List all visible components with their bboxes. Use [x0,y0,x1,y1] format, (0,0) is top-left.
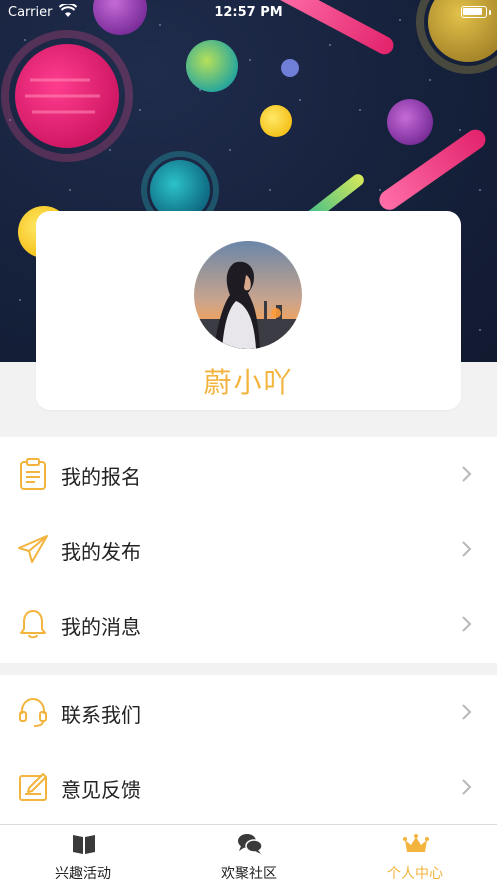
chat-bubbles-icon [238,834,263,854]
tab-label: 兴趣活动 [55,866,111,882]
tab-label: 欢聚社区 [221,866,277,882]
profile-card: 蔚小吖 [36,211,461,410]
chevron-right-icon [462,541,472,557]
clipboard-icon [20,458,46,490]
status-bar: Carrier 12:57 PM [0,0,497,26]
paper-plane-icon [18,535,48,563]
menu-label: 我的报名 [61,465,141,489]
avatar[interactable] [194,241,302,349]
book-icon [73,835,95,854]
tab-label: 个人中心 [387,866,443,882]
menu-group-primary: 我的报名 我的发布 我的消息 [0,437,497,663]
chevron-right-icon [462,466,472,482]
menu-group-secondary: 联系我们 意见反馈 [0,675,497,825]
menu-label: 联系我们 [61,703,141,727]
menu-item-my-posts[interactable]: 我的发布 [0,512,497,587]
menu-label: 我的发布 [61,540,141,564]
crown-icon [403,834,429,852]
menu-item-my-signups[interactable]: 我的报名 [0,437,497,512]
menu-item-my-messages[interactable]: 我的消息 [0,587,497,662]
avatar-photo [194,241,302,349]
menu-item-feedback[interactable]: 意见反馈 [0,750,497,825]
tab-bar: 兴趣活动 欢聚社区 个人中心 [0,824,497,883]
username: 蔚小吖 [203,366,294,399]
tab-personal-center[interactable]: 个人中心 [332,825,497,883]
bell-icon [20,610,46,639]
feedback-icon [19,773,47,801]
tab-community[interactable]: 欢聚社区 [166,825,332,883]
status-time: 12:57 PM [214,5,283,20]
chevron-right-icon [462,616,472,632]
menu-item-contact-us[interactable]: 联系我们 [0,675,497,750]
battery-icon [461,6,487,18]
menu-label: 意见反馈 [61,778,141,802]
chevron-right-icon [462,704,472,720]
battery-tip [489,10,491,15]
headset-icon [19,697,47,727]
tab-interest-activities[interactable]: 兴趣活动 [0,825,166,883]
chevron-right-icon [462,779,472,795]
menu-label: 我的消息 [61,615,141,639]
